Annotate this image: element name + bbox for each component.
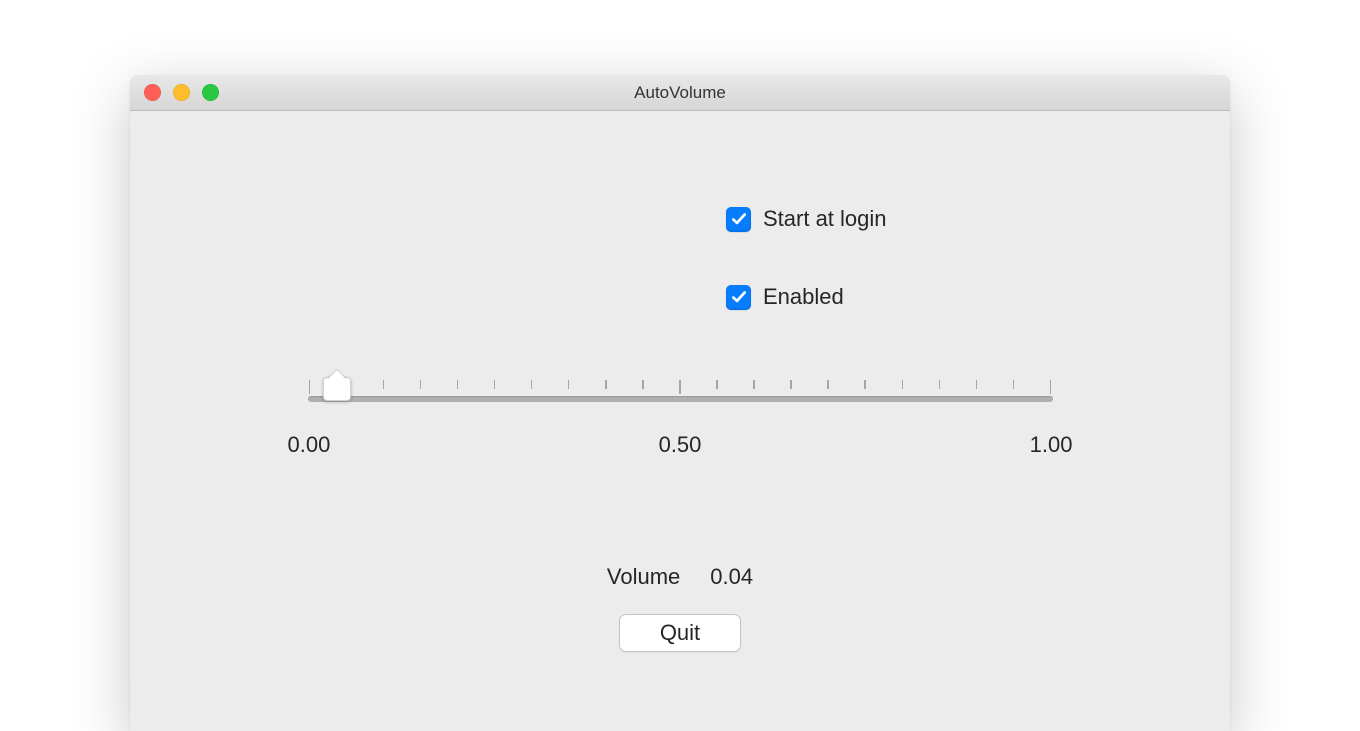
enabled-label: Enabled [763,284,844,310]
slider-tick [716,380,718,389]
start-at-login-row: Start at login [726,206,1170,232]
slider-thumb[interactable] [323,377,351,407]
slider-min-label: 0.00 [288,432,331,458]
slider-tick [679,380,681,394]
volume-readout: Volume 0.04 [190,564,1170,590]
slider-tick [383,380,385,389]
slider-tick [568,380,570,389]
slider-tick [976,380,978,389]
volume-value: 0.04 [710,564,753,590]
slider-tick [753,380,755,389]
slider-tick [420,380,422,389]
start-at-login-label: Start at login [763,206,887,232]
slider-tick [902,380,904,389]
window-title: AutoVolume [130,83,1230,103]
slider-tick [939,380,941,389]
start-at-login-checkbox[interactable] [726,207,751,232]
check-icon [730,288,748,306]
slider-tick [827,380,829,389]
slider-tick [790,380,792,389]
minimize-icon[interactable] [173,84,190,101]
traffic-lights [130,84,219,101]
slider-tick [1013,380,1015,389]
slider-mid-label: 0.50 [659,432,702,458]
slider-tick [605,380,607,389]
volume-label: Volume [607,564,680,590]
slider-tick [494,380,496,389]
volume-slider[interactable] [308,396,1053,402]
slider-tick [642,380,644,389]
window-content: Start at login Enabled [130,111,1230,731]
checkbox-group: Start at login Enabled [726,206,1170,310]
app-window: AutoVolume Start at login Enabl [130,75,1230,731]
slider-tick [864,380,866,389]
slider-tick [457,380,459,389]
slider-tick [531,380,533,389]
enabled-checkbox[interactable] [726,285,751,310]
slider-tick [1050,380,1052,394]
slider-ticks [308,380,1053,394]
volume-slider-container: 0.00 0.50 1.00 [308,362,1053,458]
slider-max-label: 1.00 [1030,432,1073,458]
enabled-row: Enabled [726,284,1170,310]
zoom-icon[interactable] [202,84,219,101]
slider-labels: 0.00 0.50 1.00 [308,432,1053,458]
slider-tick [309,380,311,394]
check-icon [730,210,748,228]
close-icon[interactable] [144,84,161,101]
quit-button[interactable]: Quit [619,614,741,652]
titlebar: AutoVolume [130,75,1230,111]
